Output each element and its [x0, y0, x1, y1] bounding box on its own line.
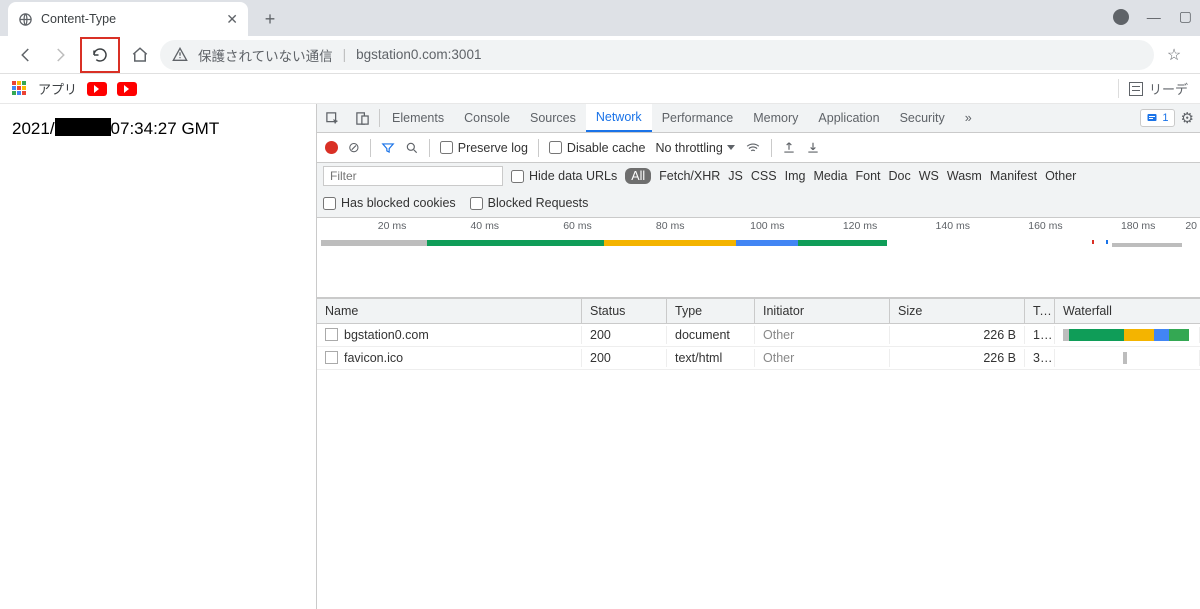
omnibox[interactable]: 保護されていない通信 | bgstation0.com:3001	[160, 40, 1154, 70]
blocked-cookies-checkbox[interactable]: Has blocked cookies	[323, 196, 456, 210]
filter-type-manifest[interactable]: Manifest	[990, 169, 1037, 183]
bookmarks-bar: アプリ リーデ	[0, 74, 1200, 104]
issues-badge[interactable]: 1	[1140, 109, 1174, 127]
filter-type-wasm[interactable]: Wasm	[947, 169, 982, 183]
filter-type-media[interactable]: Media	[813, 169, 847, 183]
reload-button[interactable]	[86, 41, 114, 69]
maximize-button[interactable]: ▢	[1179, 8, 1192, 25]
apps-label[interactable]: アプリ	[38, 79, 77, 98]
redacted-block	[55, 118, 111, 136]
network-filter-bar: Hide data URLs All Fetch/XHR JS CSS Img …	[317, 163, 1200, 218]
filter-icon[interactable]	[381, 141, 395, 155]
filter-type-all[interactable]: All	[625, 168, 651, 184]
table-row[interactable]: bgstation0.com 200 document Other 226 B …	[317, 324, 1200, 347]
browser-chrome: Content-Type ✕ + — ▢ 保護されていな	[0, 0, 1200, 609]
filter-type-font[interactable]: Font	[855, 169, 880, 183]
filter-type-doc[interactable]: Doc	[889, 169, 911, 183]
tab-console[interactable]: Console	[454, 104, 520, 132]
devtools-tabs: Elements Console Sources Network Perform…	[317, 104, 1200, 133]
tab-performance[interactable]: Performance	[652, 104, 744, 132]
issues-count: 1	[1162, 112, 1168, 124]
not-secure-icon	[172, 47, 188, 63]
youtube-icon[interactable]	[87, 82, 107, 96]
record-button[interactable]	[325, 141, 338, 154]
tab-more[interactable]: »	[955, 104, 982, 132]
separator: |	[343, 47, 347, 62]
waterfall-bar	[1063, 352, 1191, 364]
col-time[interactable]: T...	[1025, 299, 1055, 323]
search-icon[interactable]	[405, 141, 419, 155]
network-conditions-icon[interactable]	[745, 141, 761, 155]
reading-list-label: リーデ	[1149, 79, 1188, 98]
address-bar: 保護されていない通信 | bgstation0.com:3001 ☆	[0, 36, 1200, 74]
youtube-icon[interactable]	[117, 82, 137, 96]
filter-input[interactable]	[323, 166, 503, 186]
forward-button[interactable]	[46, 41, 74, 69]
account-icon[interactable]	[1113, 9, 1129, 25]
tab-elements[interactable]: Elements	[382, 104, 454, 132]
tab-application[interactable]: Application	[808, 104, 889, 132]
col-initiator[interactable]: Initiator	[755, 299, 890, 323]
tab-title: Content-Type	[41, 12, 116, 26]
close-tab-icon[interactable]: ✕	[226, 11, 238, 28]
col-waterfall[interactable]: Waterfall	[1055, 299, 1200, 323]
device-toggle-icon[interactable]	[347, 104, 377, 132]
waterfall-bar	[1063, 329, 1191, 341]
tab-network[interactable]: Network	[586, 104, 652, 132]
network-table: Name Status Type Initiator Size T... Wat…	[317, 298, 1200, 609]
page-text-prefix: 2021/	[12, 119, 55, 138]
preserve-log-checkbox[interactable]: Preserve log	[440, 141, 528, 155]
url-text: bgstation0.com:3001	[356, 47, 481, 62]
table-row[interactable]: favicon.ico 200 text/html Other 226 B 3.…	[317, 347, 1200, 370]
new-tab-button[interactable]: +	[256, 5, 284, 33]
disable-cache-checkbox[interactable]: Disable cache	[549, 141, 646, 155]
tab-security[interactable]: Security	[890, 104, 955, 132]
timeline-ticks: 20 ms40 ms60 ms80 ms100 ms120 ms140 ms16…	[317, 220, 1200, 236]
reading-list-icon	[1129, 82, 1143, 96]
home-button[interactable]	[126, 41, 154, 69]
reload-highlight	[80, 37, 120, 73]
tab-strip: Content-Type ✕ + — ▢	[0, 0, 1200, 36]
file-icon	[325, 351, 338, 364]
network-toolbar: ⊘ Preserve log Disable cache No throttli…	[317, 133, 1200, 163]
hide-data-urls-checkbox[interactable]: Hide data URLs	[511, 169, 617, 183]
page-body: 2021/07:34:27 GMT	[0, 104, 316, 609]
security-label: 保護されていない通信	[198, 45, 333, 65]
filter-type-ws[interactable]: WS	[919, 169, 939, 183]
browser-tab[interactable]: Content-Type ✕	[8, 2, 248, 36]
col-size[interactable]: Size	[890, 299, 1025, 323]
throttling-select[interactable]: No throttling	[655, 141, 734, 155]
tab-sources[interactable]: Sources	[520, 104, 586, 132]
minimize-button[interactable]: —	[1147, 9, 1161, 25]
filter-type-js[interactable]: JS	[728, 169, 743, 183]
tab-memory[interactable]: Memory	[743, 104, 808, 132]
window-controls: — ▢	[1113, 8, 1192, 25]
col-type[interactable]: Type	[667, 299, 755, 323]
filter-type-css[interactable]: CSS	[751, 169, 777, 183]
globe-icon	[18, 12, 33, 27]
filter-type-img[interactable]: Img	[785, 169, 806, 183]
file-icon	[325, 328, 338, 341]
col-name[interactable]: Name	[317, 299, 582, 323]
bookmark-star-icon[interactable]: ☆	[1160, 45, 1188, 65]
inspect-element-icon[interactable]	[317, 104, 347, 132]
timeline-band	[317, 240, 1200, 250]
filter-type-fetch[interactable]: Fetch/XHR	[659, 169, 720, 183]
import-har-icon[interactable]	[782, 141, 796, 155]
filter-type-other[interactable]: Other	[1045, 169, 1076, 183]
clear-icon[interactable]: ⊘	[348, 139, 360, 156]
settings-gear-icon[interactable]: ⚙	[1181, 109, 1194, 127]
table-header: Name Status Type Initiator Size T... Wat…	[317, 299, 1200, 324]
reading-list-button[interactable]: リーデ	[1118, 79, 1188, 98]
col-status[interactable]: Status	[582, 299, 667, 323]
blocked-requests-checkbox[interactable]: Blocked Requests	[470, 196, 589, 210]
back-button[interactable]	[12, 41, 40, 69]
apps-icon[interactable]	[12, 81, 28, 97]
page-text-suffix: 07:34:27 GMT	[111, 119, 220, 138]
content-area: 2021/07:34:27 GMT Elements Console Sourc…	[0, 104, 1200, 609]
network-overview[interactable]: 20 ms40 ms60 ms80 ms100 ms120 ms140 ms16…	[317, 218, 1200, 298]
chevron-down-icon	[727, 145, 735, 150]
export-har-icon[interactable]	[806, 141, 820, 155]
devtools-panel: Elements Console Sources Network Perform…	[316, 104, 1200, 609]
